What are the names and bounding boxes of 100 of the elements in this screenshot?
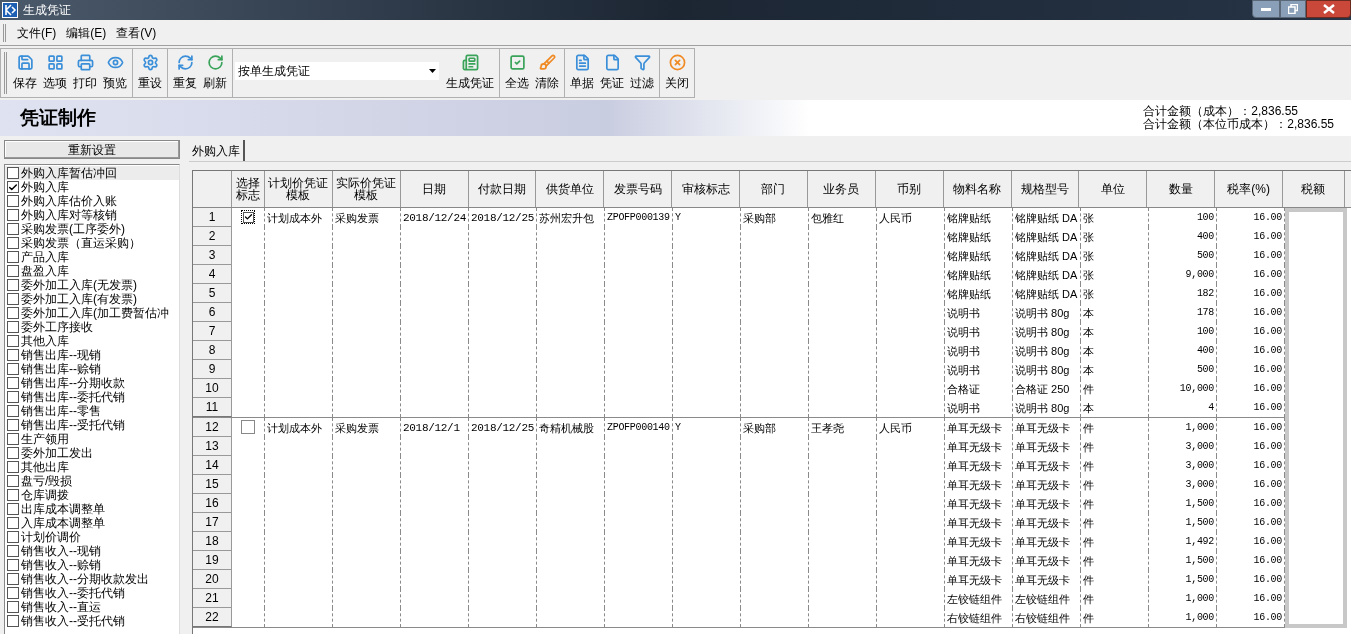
checkbox[interactable]: [7, 475, 19, 487]
checkbox[interactable]: [7, 517, 19, 529]
column-header[interactable]: 部门: [740, 171, 808, 207]
document-type-item[interactable]: 销售出库--分期收款: [5, 376, 179, 390]
tab[interactable]: 外购入库: [189, 140, 245, 161]
document-type-item[interactable]: 委外加工入库(加工费暂估冲: [5, 306, 179, 320]
document-type-item[interactable]: 销售收入--直运: [5, 600, 179, 614]
document-type-item[interactable]: 采购发票(工序委外): [5, 222, 179, 236]
column-header[interactable]: 币别: [875, 171, 944, 207]
document-type-item[interactable]: 销售出库--现销: [5, 348, 179, 362]
column-header[interactable]: 单位: [1079, 171, 1148, 207]
document-type-item[interactable]: 销售收入--现销: [5, 544, 179, 558]
checkbox[interactable]: [7, 405, 19, 417]
column-header[interactable]: 计划价凭证模板: [264, 171, 333, 207]
checkbox[interactable]: [7, 363, 19, 375]
column-header[interactable]: 日期: [400, 171, 469, 207]
column-header[interactable]: 物料名称: [943, 171, 1012, 207]
column-header[interactable]: 供货单位: [536, 171, 605, 207]
checkbox[interactable]: [7, 433, 19, 445]
toolbar-button[interactable]: 清除: [532, 50, 562, 96]
column-header[interactable]: 付款日期: [468, 171, 537, 207]
document-type-item[interactable]: 销售出库--受托代销: [5, 418, 179, 432]
document-type-item[interactable]: 销售出库--赊销: [5, 362, 179, 376]
column-header[interactable]: 税率(%): [1215, 171, 1283, 207]
document-type-item[interactable]: 盘盈入库: [5, 264, 179, 278]
checkbox[interactable]: [7, 265, 19, 277]
select-checkbox[interactable]: [241, 420, 255, 434]
checkbox[interactable]: [7, 237, 19, 249]
checkbox[interactable]: [7, 587, 19, 599]
checkbox[interactable]: [7, 447, 19, 459]
checkbox[interactable]: [7, 419, 19, 431]
document-type-item[interactable]: 盘亏/毁损: [5, 474, 179, 488]
document-type-item[interactable]: 销售收入--赊销: [5, 558, 179, 572]
checkbox[interactable]: [7, 559, 19, 571]
minimize-button[interactable]: [1252, 0, 1280, 18]
menu-item[interactable]: 文件(F): [12, 23, 62, 42]
checkbox[interactable]: [7, 349, 19, 361]
document-type-item[interactable]: 销售出库--委托代销: [5, 390, 179, 404]
document-type-item[interactable]: 采购发票（直运采购）: [5, 236, 179, 250]
document-type-item[interactable]: 委外加工发出: [5, 446, 179, 460]
checkbox[interactable]: [7, 181, 19, 193]
document-type-item[interactable]: 计划价调价: [5, 530, 179, 544]
toolbar-button[interactable]: 过滤: [627, 50, 657, 96]
toolbar-button[interactable]: 关闭: [662, 50, 692, 96]
document-type-item[interactable]: 入库成本调整单: [5, 516, 179, 530]
column-header[interactable]: 规格型号: [1011, 171, 1080, 207]
document-type-item[interactable]: 仓库调拨: [5, 488, 179, 502]
toolbar-button[interactable]: 全选: [502, 50, 532, 96]
document-type-item[interactable]: 产品入库: [5, 250, 179, 264]
column-header[interactable]: 审核标志: [672, 171, 740, 207]
document-type-item[interactable]: 销售出库--零售: [5, 404, 179, 418]
checkbox[interactable]: [7, 573, 19, 585]
checkbox[interactable]: [7, 615, 19, 627]
checkbox[interactable]: [7, 503, 19, 515]
document-type-item[interactable]: 外购入库对等核销: [5, 208, 179, 222]
toolbar-button[interactable]: 打印: [70, 50, 100, 96]
toolbar-button[interactable]: 重设: [135, 50, 165, 96]
column-header[interactable]: 业务员: [807, 171, 876, 207]
checkbox[interactable]: [7, 321, 19, 333]
column-header[interactable]: 选择标志: [231, 171, 265, 207]
close-button[interactable]: [1306, 0, 1351, 18]
checkbox[interactable]: [7, 601, 19, 613]
checkbox[interactable]: [7, 391, 19, 403]
document-type-item[interactable]: 外购入库暂估冲回: [5, 166, 179, 180]
select-checkbox[interactable]: [241, 210, 255, 224]
document-type-item[interactable]: 外购入库: [5, 180, 179, 194]
caret-icon[interactable]: [429, 69, 436, 73]
document-type-item[interactable]: 销售收入--受托代销: [5, 614, 179, 628]
checkbox[interactable]: [7, 307, 19, 319]
checkbox[interactable]: [7, 279, 19, 291]
document-type-item[interactable]: 委外加工入库(无发票): [5, 278, 179, 292]
checkbox[interactable]: [7, 293, 19, 305]
toolbar-button[interactable]: 凭证: [597, 50, 627, 96]
toolbar-button[interactable]: 单据: [567, 50, 597, 96]
checkbox[interactable]: [7, 545, 19, 557]
menu-item[interactable]: 编辑(E): [61, 23, 112, 42]
mode-dropdown[interactable]: 按单生成凭证: [235, 62, 439, 80]
document-type-item[interactable]: 外购入库估价入账: [5, 194, 179, 208]
column-header[interactable]: 税额: [1283, 171, 1345, 207]
document-type-item[interactable]: 其他入库: [5, 334, 179, 348]
checkbox[interactable]: [7, 167, 19, 179]
checkbox[interactable]: [7, 531, 19, 543]
toolbar-button[interactable]: 选项: [40, 50, 70, 96]
toolbar-button[interactable]: 预览: [100, 50, 130, 96]
column-header[interactable]: 数量: [1147, 171, 1216, 207]
menu-item[interactable]: 查看(V): [111, 23, 162, 42]
document-type-item[interactable]: 其他出库: [5, 460, 179, 474]
checkbox[interactable]: [7, 335, 19, 347]
checkbox[interactable]: [7, 223, 19, 235]
toolbar-button[interactable]: 生成凭证: [443, 50, 497, 96]
checkbox[interactable]: [7, 461, 19, 473]
toolbar-button[interactable]: 保存: [10, 50, 40, 96]
checkbox[interactable]: [7, 489, 19, 501]
checkbox[interactable]: [7, 377, 19, 389]
document-type-item[interactable]: 销售收入--委托代销: [5, 586, 179, 600]
checkbox[interactable]: [7, 209, 19, 221]
column-header[interactable]: 发票号码: [604, 171, 673, 207]
document-type-item[interactable]: 销售收入--分期收款发出: [5, 572, 179, 586]
document-type-item[interactable]: 委外加工入库(有发票): [5, 292, 179, 306]
reset-button[interactable]: 重新设置: [4, 140, 180, 159]
